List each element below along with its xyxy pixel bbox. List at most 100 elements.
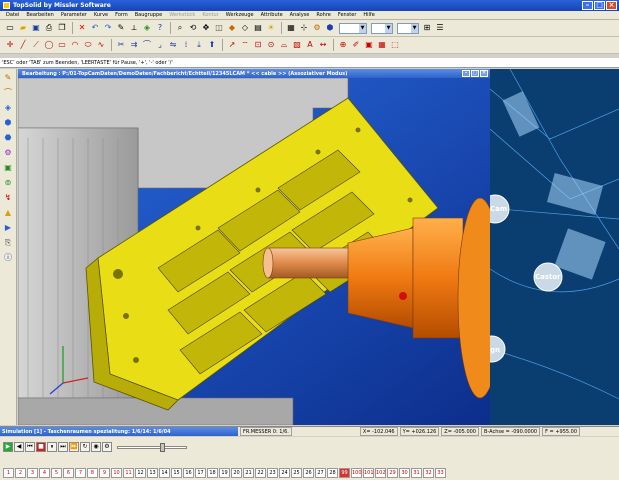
menu-item-datei[interactable]: Datei: [6, 12, 19, 18]
project-icon[interactable]: ⤓: [193, 39, 205, 51]
zoom-icon[interactable]: ⌕: [174, 22, 186, 34]
step-icon[interactable]: ⏭: [58, 442, 68, 452]
text-icon[interactable]: A: [304, 39, 316, 51]
pause-icon[interactable]: ⏸: [47, 442, 57, 452]
operation-button-18[interactable]: 18: [207, 468, 218, 478]
linestyle-combo[interactable]: ▼: [371, 22, 393, 34]
operation-button-9[interactable]: 9: [99, 468, 110, 478]
block-icon[interactable]: ▣: [363, 39, 375, 51]
menu-item-form[interactable]: Form: [115, 12, 128, 18]
print-icon[interactable]: ⎙: [43, 22, 55, 34]
menu-item-parameter[interactable]: Parameter: [61, 12, 87, 18]
mirror-icon[interactable]: ⇋: [167, 39, 179, 51]
operation-button-8[interactable]: 8: [87, 468, 98, 478]
line-icon[interactable]: ╱: [17, 39, 29, 51]
operation-button-7[interactable]: 7: [75, 468, 86, 478]
new-file-icon[interactable]: ▭: [4, 22, 16, 34]
toolpath-icon[interactable]: ↯: [2, 192, 14, 204]
play-icon[interactable]: ▶: [3, 442, 13, 452]
hatch-icon[interactable]: ▧: [291, 39, 303, 51]
operation-button-26[interactable]: 26: [303, 468, 314, 478]
speed-slider-knob[interactable]: [160, 442, 165, 452]
operation-button-11[interactable]: 11: [123, 468, 134, 478]
properties-icon[interactable]: ☰: [434, 22, 446, 34]
close-button[interactable]: ×: [606, 1, 617, 10]
frame-icon[interactable]: ⬚: [389, 39, 401, 51]
operation-button-16[interactable]: 16: [183, 468, 194, 478]
copy-icon[interactable]: ❐: [56, 22, 68, 34]
layer-icon[interactable]: ◈: [141, 22, 153, 34]
menu-item-analyse[interactable]: Analyse: [290, 12, 310, 18]
assembly-icon[interactable]: ⚙: [2, 147, 14, 159]
rotate-icon[interactable]: ⟲: [187, 22, 199, 34]
operation-button-102[interactable]: 102: [375, 468, 386, 478]
undo-icon[interactable]: ↶: [89, 22, 101, 34]
operation-button-20[interactable]: 20: [231, 468, 242, 478]
contour-icon[interactable]: ⌔: [239, 39, 251, 51]
info-icon[interactable]: ⓘ: [2, 252, 14, 264]
note-icon[interactable]: ✐: [350, 39, 362, 51]
polyline-icon[interactable]: ⟋: [30, 39, 42, 51]
section-icon[interactable]: ▤: [252, 22, 264, 34]
operation-button-15[interactable]: 15: [171, 468, 182, 478]
stop-icon[interactable]: ■: [36, 442, 46, 452]
operation-button-21[interactable]: 21: [243, 468, 254, 478]
operation-button-99[interactable]: 99: [339, 468, 350, 478]
operation-button-23[interactable]: 23: [267, 468, 278, 478]
symbol-icon[interactable]: ⊕: [337, 39, 349, 51]
operation-icon[interactable]: ⊚: [2, 177, 14, 189]
open-folder-icon[interactable]: ▰: [17, 22, 29, 34]
fillet-icon[interactable]: ⌒: [141, 39, 153, 51]
operation-button-30[interactable]: 30: [399, 468, 410, 478]
ellipse-icon[interactable]: ⬭: [82, 39, 94, 51]
face-icon[interactable]: ⌓: [278, 39, 290, 51]
shade-icon[interactable]: ◆: [226, 22, 238, 34]
dimension-icon[interactable]: ↔: [317, 39, 329, 51]
simulation-icon[interactable]: ▶: [2, 222, 14, 234]
array-icon[interactable]: ⁞: [180, 39, 192, 51]
operation-button-5[interactable]: 5: [51, 468, 62, 478]
operation-button-6[interactable]: 6: [63, 468, 74, 478]
stock-icon[interactable]: ▣: [2, 162, 14, 174]
menu-item-kurve[interactable]: Kurve: [94, 12, 108, 18]
operation-button-3[interactable]: 3: [27, 468, 38, 478]
measure-icon[interactable]: ⟂: [128, 22, 140, 34]
lineweight-combo[interactable]: ▼: [397, 22, 419, 34]
doc-close-button[interactable]: ×: [480, 70, 488, 77]
grid-icon[interactable]: ▦: [285, 22, 297, 34]
operation-button-24[interactable]: 24: [279, 468, 290, 478]
layer-manager-icon[interactable]: ⊞: [421, 22, 433, 34]
menu-item-bearbeiten[interactable]: Bearbeiten: [26, 12, 53, 18]
pencil-icon[interactable]: ✎: [115, 22, 127, 34]
light-icon[interactable]: ☀: [265, 22, 277, 34]
save-icon[interactable]: ▣: [30, 22, 42, 34]
fast-forward-icon[interactable]: ⏩: [69, 442, 79, 452]
operation-button-25[interactable]: 25: [291, 468, 302, 478]
menu-item-kontur[interactable]: Kontur: [202, 12, 218, 18]
drill-icon[interactable]: ⊙: [265, 39, 277, 51]
offset-icon[interactable]: ⇉: [128, 39, 140, 51]
menu-item-attribute[interactable]: Attribute: [261, 12, 283, 18]
operation-button-17[interactable]: 17: [195, 468, 206, 478]
operation-button-101[interactable]: 101: [363, 468, 374, 478]
doc-minimize-button[interactable]: –: [462, 70, 470, 77]
menu-item-baugruppe[interactable]: Baugruppe: [135, 12, 163, 18]
menu-item-hilfe[interactable]: Hilfe: [363, 12, 374, 18]
3d-viewport[interactable]: [18, 78, 490, 425]
view-cube-icon[interactable]: ◫: [213, 22, 225, 34]
pocket-icon[interactable]: ⊡: [252, 39, 264, 51]
chamfer-icon[interactable]: ⌟: [154, 39, 166, 51]
operation-button-32[interactable]: 32: [423, 468, 434, 478]
speed-slider[interactable]: [117, 442, 187, 452]
step-back-icon[interactable]: ◀: [14, 442, 24, 452]
menu-item-werkzeuge[interactable]: Werkzeuge: [226, 12, 254, 18]
maximize-button[interactable]: □: [594, 1, 605, 10]
circle-icon[interactable]: ◯: [43, 39, 55, 51]
table-icon[interactable]: ▦: [376, 39, 388, 51]
rewind-icon[interactable]: ⏮: [25, 442, 35, 452]
operation-button-33[interactable]: 33: [435, 468, 446, 478]
operation-button-31[interactable]: 31: [411, 468, 422, 478]
extrude-icon[interactable]: ⬆: [206, 39, 218, 51]
menu-item-werkst-ck[interactable]: Werkstück: [169, 12, 195, 18]
snap-icon[interactable]: ⊹: [298, 22, 310, 34]
